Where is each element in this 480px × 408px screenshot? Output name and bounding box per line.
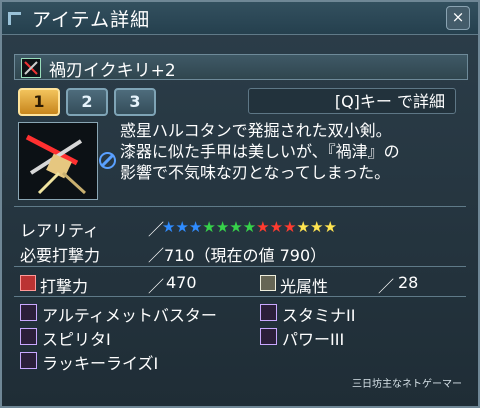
title-corner-icon xyxy=(8,12,21,25)
attack-icon xyxy=(20,275,36,291)
ability-label: スピリタI xyxy=(42,330,111,349)
rarity-star-icon: ★ xyxy=(215,218,230,236)
tab-1[interactable]: 1 xyxy=(18,88,60,116)
attack-divider: ／ xyxy=(148,277,165,296)
ability-icon xyxy=(20,328,37,345)
ability-icon xyxy=(20,352,37,369)
rarity-star-icon: ★ xyxy=(309,218,324,236)
ability-icon xyxy=(260,304,277,321)
rarity-star-icon: ★ xyxy=(229,218,243,236)
close-button[interactable]: × xyxy=(446,6,470,30)
attack-value: 470 xyxy=(166,273,197,292)
required-value: 710（現在の値 790） xyxy=(164,246,327,265)
rarity-star-icon: ★ xyxy=(296,218,310,236)
ability-label: パワーIII xyxy=(282,330,345,349)
element-value: 28 xyxy=(398,273,419,292)
divider xyxy=(14,296,466,297)
ability-icon xyxy=(260,328,277,345)
rarity-star-icon: ★ xyxy=(162,218,176,236)
item-name: 禍刃イクキリ+2 xyxy=(49,61,176,81)
description-line: 影響で不気味な刃となってしまった。 xyxy=(120,163,391,182)
tab-3[interactable]: 3 xyxy=(114,88,156,116)
item-description: 惑星ハルコタンで発掘された双小剣。 漆器に似た手甲は美しいが、『禍津』の 影響で… xyxy=(120,120,470,183)
item-name-bar: 禍刃イクキリ+2 xyxy=(14,54,468,81)
light-element-icon xyxy=(260,275,276,291)
ability-label: アルティメットバスター xyxy=(42,306,217,325)
rarity-label: レアリティ xyxy=(20,221,100,240)
rarity-star-icon: ★ xyxy=(283,218,297,236)
item-image xyxy=(18,122,98,200)
rarity-star-icon: ★ xyxy=(202,218,216,236)
required-label: 必要打撃力 xyxy=(20,246,101,265)
ability-icon xyxy=(20,304,37,321)
ability-label: スタミナII xyxy=(282,306,356,325)
rarity-stars: ★★★★★★★★★★★★★ xyxy=(162,217,337,236)
item-detail-window: アイテム詳細 × 禍刃イクキリ+2 1 2 3 [Q]キー で詳細 惑星ハルコタ… xyxy=(0,0,480,408)
ability-label: ラッキーライズI xyxy=(42,354,159,373)
element-divider: ／ xyxy=(378,277,395,296)
rarity-star-icon: ★ xyxy=(256,218,270,236)
title-bar[interactable]: アイテム詳細 × xyxy=(2,2,478,35)
watermark: 三日坊主なネトゲーマー xyxy=(352,379,462,390)
detail-key-hint[interactable]: [Q]キー で詳細 xyxy=(248,88,456,114)
rarity-star-icon: ★ xyxy=(323,218,337,236)
rarity-star-icon: ★ xyxy=(242,218,257,236)
element-label: 光属性 xyxy=(280,277,329,296)
divider xyxy=(14,266,466,267)
description-line: 惑星ハルコタンで発掘された双小剣。 xyxy=(120,121,392,140)
divider xyxy=(14,206,466,207)
attack-label: 打撃力 xyxy=(40,277,89,296)
rarity-star-icon: ★ xyxy=(269,218,284,236)
description-line: 漆器に似た手甲は美しいが、『禍津』の xyxy=(120,142,400,161)
no-trade-icon xyxy=(99,152,116,169)
twin-dagger-icon xyxy=(21,58,41,78)
window-title: アイテム詳細 xyxy=(32,9,151,31)
rarity-star-icon: ★ xyxy=(175,218,189,236)
required-divider: ／ xyxy=(148,246,165,265)
tab-2[interactable]: 2 xyxy=(66,88,108,116)
rarity-star-icon: ★ xyxy=(188,218,203,236)
